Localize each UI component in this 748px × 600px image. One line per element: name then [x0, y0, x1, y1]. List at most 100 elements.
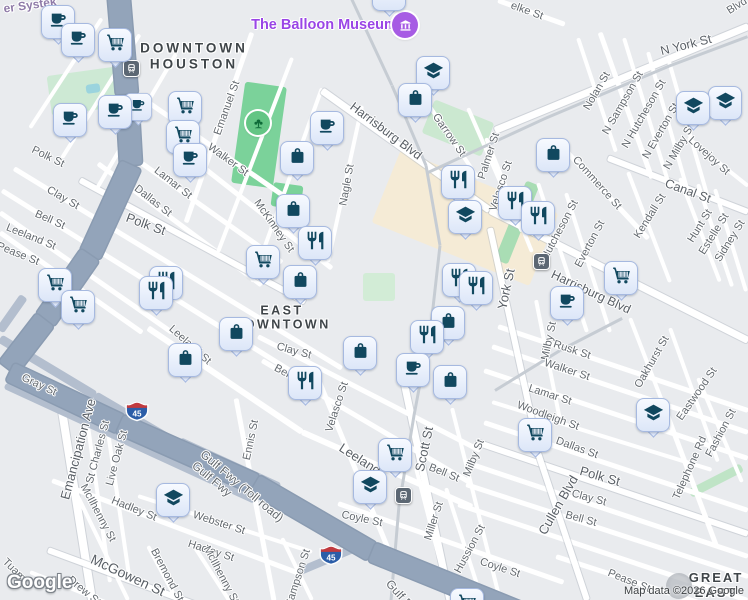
shopping-cart-icon	[175, 95, 196, 121]
marker-badge	[410, 320, 444, 354]
restaurant-marker[interactable]	[298, 226, 332, 270]
shopping-bag-marker[interactable]	[168, 343, 202, 387]
school-marker[interactable]	[156, 483, 190, 527]
school-marker[interactable]	[372, 0, 406, 21]
shopping-cart-icon	[68, 294, 89, 320]
map-attribution[interactable]: Map data ©2026 Google	[624, 585, 744, 597]
marker-badge	[173, 143, 207, 177]
school-icon	[683, 95, 704, 121]
shopping-bag-icon	[290, 269, 311, 295]
shopping-cart-icon	[105, 32, 126, 58]
shopping-cart-marker[interactable]	[98, 28, 132, 72]
school-marker[interactable]	[676, 91, 710, 135]
restaurant-marker[interactable]	[288, 366, 322, 410]
marker-badge	[372, 0, 406, 11]
shopping-bag-marker[interactable]	[280, 141, 314, 185]
coffee-icon	[60, 107, 81, 133]
coffee-marker[interactable]	[53, 103, 87, 147]
shopping-bag-marker[interactable]	[219, 317, 253, 361]
marker-badge	[398, 83, 432, 117]
google-logo[interactable]: Google	[7, 572, 72, 594]
marker-badge	[61, 23, 95, 57]
shopping-cart-icon	[385, 442, 406, 468]
restaurant-icon	[295, 370, 316, 396]
shopping-cart-icon	[457, 592, 478, 600]
coffee-icon	[68, 27, 89, 53]
marker-badge	[550, 286, 584, 320]
restaurant-icon	[528, 205, 549, 231]
coffee-marker[interactable]	[310, 111, 344, 155]
shopping-bag-icon	[175, 347, 196, 373]
marker-badge	[168, 343, 202, 377]
coffee-marker[interactable]	[173, 143, 207, 187]
restaurant-icon	[448, 169, 469, 195]
school-marker[interactable]	[636, 398, 670, 442]
shopping-bag-marker[interactable]	[536, 138, 570, 182]
school-icon	[163, 487, 184, 513]
school-icon	[643, 402, 664, 428]
marker-badge	[708, 86, 742, 120]
marker-badge	[450, 588, 484, 600]
marker-badge	[98, 28, 132, 62]
shopping-bag-icon	[283, 198, 304, 224]
marker-badge	[433, 365, 467, 399]
shopping-bag-icon	[543, 142, 564, 168]
coffee-marker[interactable]	[550, 286, 584, 330]
marker-badge	[298, 226, 332, 260]
marker-badge	[246, 245, 280, 279]
marker-badge	[536, 138, 570, 172]
school-icon	[360, 474, 381, 500]
marker-badge	[283, 265, 317, 299]
marker-badge	[521, 201, 555, 235]
school-icon	[455, 204, 476, 230]
shopping-bag-marker[interactable]	[398, 83, 432, 127]
marker-badge	[353, 470, 387, 504]
school-marker[interactable]	[708, 86, 742, 130]
school-marker[interactable]	[353, 470, 387, 514]
shopping-bag-marker[interactable]	[433, 365, 467, 409]
coffee-marker[interactable]	[98, 95, 132, 139]
marker-badge	[676, 91, 710, 125]
school-icon	[379, 0, 400, 7]
restaurant-icon	[305, 230, 326, 256]
marker-badge	[636, 398, 670, 432]
marker-badge	[139, 276, 173, 310]
shopping-cart-icon	[611, 265, 632, 291]
restaurant-icon	[146, 280, 167, 306]
marker-badge	[343, 336, 377, 370]
shopping-cart-icon	[253, 249, 274, 275]
shopping-cart-marker[interactable]	[61, 290, 95, 334]
marker-badge	[156, 483, 190, 517]
marker-badge	[441, 165, 475, 199]
coffee-marker[interactable]	[61, 23, 95, 67]
shopping-cart-marker[interactable]	[518, 418, 552, 462]
markers-layer	[0, 0, 748, 600]
marker-badge	[276, 194, 310, 228]
marker-badge	[396, 353, 430, 387]
shopping-bag-marker[interactable]	[343, 336, 377, 380]
marker-badge	[310, 111, 344, 145]
shopping-bag-icon	[405, 87, 426, 113]
shopping-cart-marker[interactable]	[604, 261, 638, 305]
coffee-icon	[180, 147, 201, 173]
coffee-icon	[105, 99, 126, 125]
restaurant-marker[interactable]	[139, 276, 173, 320]
shopping-cart-marker[interactable]	[246, 245, 280, 289]
restaurant-marker[interactable]	[521, 201, 555, 245]
shopping-cart-icon	[525, 422, 546, 448]
coffee-marker[interactable]	[396, 353, 430, 397]
shopping-bag-marker[interactable]	[283, 265, 317, 309]
marker-badge	[448, 200, 482, 234]
marker-badge	[98, 95, 132, 129]
shopping-bag-icon	[287, 145, 308, 171]
coffee-icon	[403, 357, 424, 383]
coffee-icon	[317, 115, 338, 141]
school-marker[interactable]	[448, 200, 482, 244]
shopping-cart-marker[interactable]	[450, 588, 484, 600]
marker-badge	[53, 103, 87, 137]
shopping-bag-icon	[350, 340, 371, 366]
shopping-bag-icon	[440, 369, 461, 395]
restaurant-icon	[417, 324, 438, 350]
school-icon	[715, 90, 736, 116]
map-canvas[interactable]: Polk St Clay St Bell St Leeland St Pease St G…	[0, 0, 748, 600]
